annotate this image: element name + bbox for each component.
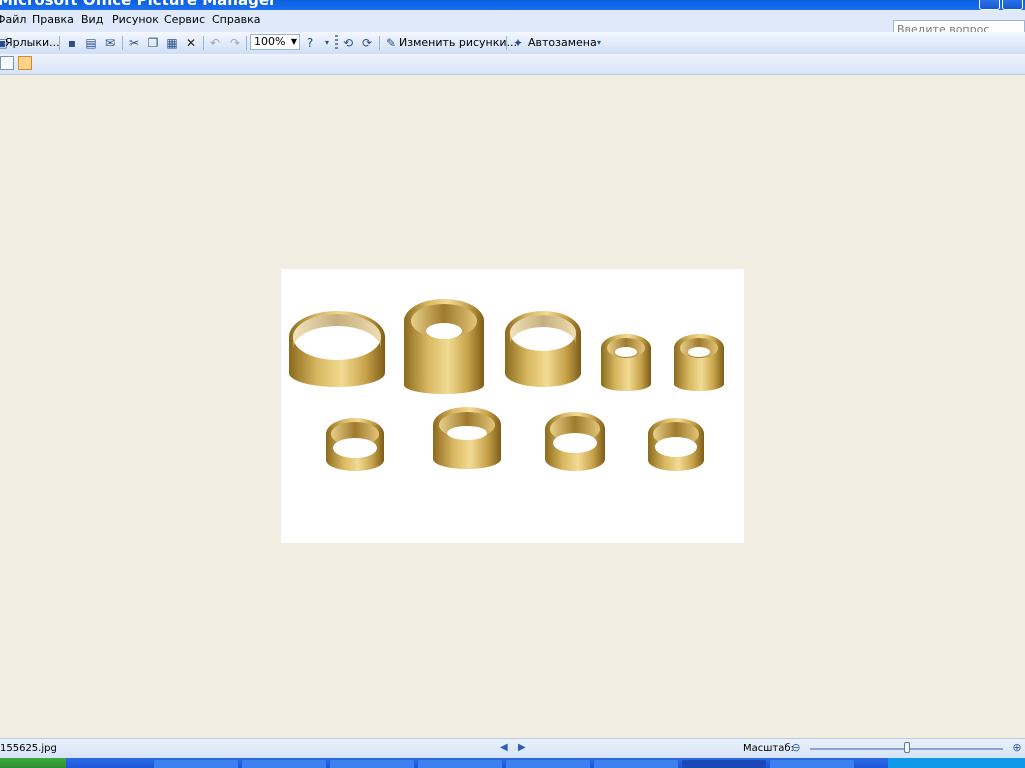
bushing xyxy=(674,334,724,391)
bushing xyxy=(404,299,484,394)
undo-icon[interactable]: ↶ xyxy=(208,36,222,50)
start-button[interactable] xyxy=(0,758,66,768)
previous-picture-icon[interactable]: ◀ xyxy=(500,742,508,753)
menu-picture[interactable]: Рисунок xyxy=(112,13,159,26)
toolbar-separator xyxy=(203,36,204,50)
help-icon[interactable]: ? xyxy=(303,36,317,50)
toolbar-options-icon[interactable]: ▾ xyxy=(592,36,606,50)
taskbar-button[interactable] xyxy=(770,760,854,768)
toolbar-separator xyxy=(59,36,60,50)
single-picture-view-button[interactable] xyxy=(18,56,32,70)
bushing xyxy=(433,407,501,469)
menu-file[interactable]: Файл xyxy=(0,13,26,26)
email-icon[interactable]: ✉ xyxy=(103,36,117,50)
chevron-down-icon[interactable]: ▼ xyxy=(291,35,297,49)
picture-preview xyxy=(281,269,744,543)
autocorrect-icon: ✦ xyxy=(512,36,524,50)
bushing xyxy=(545,412,605,471)
zoom-label: Масштаб: xyxy=(743,743,794,754)
toolbar-separator xyxy=(506,36,507,50)
taskbar-button[interactable] xyxy=(418,760,502,768)
zoom-in-icon[interactable]: ⊕ xyxy=(1011,742,1023,754)
paste-icon[interactable]: ▦ xyxy=(165,36,179,50)
view-toolbar xyxy=(0,54,1025,75)
bushing xyxy=(505,311,581,387)
menu-tools[interactable]: Сервис xyxy=(164,13,205,26)
print-icon[interactable]: ▤ xyxy=(84,36,98,50)
bushing xyxy=(289,311,385,387)
thumbnail-view-button[interactable] xyxy=(0,56,14,70)
toolbar-separator xyxy=(246,36,247,50)
bushing xyxy=(648,418,704,471)
title-bar: Microsoft Office Picture Manager xyxy=(0,0,1025,10)
delete-icon[interactable]: ✕ xyxy=(184,36,198,50)
toolbar-separator xyxy=(122,36,123,50)
edit-pictures-button[interactable]: Изменить рисунки... xyxy=(399,35,517,51)
toolbar-separator xyxy=(379,36,380,50)
taskbar-button[interactable] xyxy=(154,760,238,768)
shortcuts-button[interactable]: Ярлыки... xyxy=(5,35,60,51)
toolbar-options-icon[interactable]: ▾ xyxy=(320,36,334,50)
rotate-left-icon[interactable]: ⟲ xyxy=(341,36,355,50)
redo-icon[interactable]: ↷ xyxy=(228,36,242,50)
file-name: 155625.jpg xyxy=(0,743,57,754)
rotate-right-icon[interactable]: ⟳ xyxy=(360,36,374,50)
taskbar xyxy=(0,758,1025,768)
taskbar-button[interactable] xyxy=(594,760,678,768)
status-bar: 155625.jpg ◀ ▶ Масштаб: ⊖ ⊕ xyxy=(0,738,1025,759)
next-picture-icon[interactable]: ▶ xyxy=(518,742,526,753)
taskbar-button[interactable] xyxy=(506,760,590,768)
cut-icon[interactable]: ✂ xyxy=(127,36,141,50)
menu-edit[interactable]: Правка xyxy=(32,13,74,26)
zoom-select[interactable]: 100% ▼ xyxy=(250,34,300,50)
taskbar-button-active[interactable] xyxy=(682,760,766,768)
window-title: Microsoft Office Picture Manager xyxy=(0,0,277,9)
brass-bushings-image xyxy=(289,299,724,471)
toolbar-grip[interactable] xyxy=(335,35,338,51)
zoom-value: 100% xyxy=(254,35,286,48)
save-icon[interactable]: ▪ xyxy=(65,36,79,50)
zoom-slider-thumb[interactable] xyxy=(904,742,910,753)
bushing xyxy=(326,418,384,471)
zoom-out-icon[interactable]: ⊖ xyxy=(790,742,802,754)
menu-view[interactable]: Вид xyxy=(81,13,103,26)
standard-toolbar: ▣ Ярлыки... ▪ ▤ ✉ ✂ ❐ ▦ ✕ ↶ ↷ ? ▾ ⟲ ⟳ ✎ … xyxy=(0,32,1025,54)
maximize-button[interactable] xyxy=(1002,0,1023,10)
taskbar-button[interactable] xyxy=(330,760,414,768)
edit-pictures-icon: ✎ xyxy=(385,36,397,50)
minimize-button[interactable] xyxy=(979,0,1000,10)
taskbar-button[interactable] xyxy=(242,760,326,768)
menu-bar: Файл Правка Вид Рисунок Сервис Справка В… xyxy=(0,10,1025,38)
menu-help[interactable]: Справка xyxy=(212,13,260,26)
system-tray xyxy=(888,758,1025,768)
autocorrect-button[interactable]: Автозамена xyxy=(528,35,597,51)
bushing xyxy=(601,334,651,391)
copy-icon[interactable]: ❐ xyxy=(146,36,160,50)
